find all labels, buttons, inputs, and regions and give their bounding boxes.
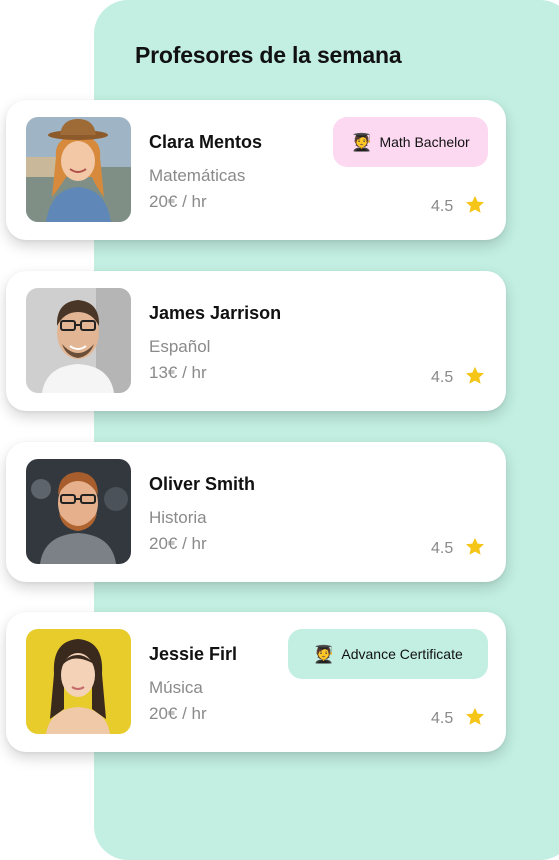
rating-value: 4.5 [431,198,454,215]
badge-label: Math Bachelor [379,134,470,150]
rating-value: 4.5 [431,540,454,557]
badge-label: Advance Certificate [341,646,463,662]
qualification-badge: 🧑‍🎓 Math Bachelor [333,117,488,167]
avatar [26,629,131,734]
teacher-name: Jessie Firl [149,644,238,664]
teacher-subject: Español [149,337,211,356]
qualification-badge: 🧑‍🎓 Advance Certificate [288,629,488,679]
teacher-subject: Matemáticas [149,166,246,185]
teacher-name: Oliver Smith [149,474,256,494]
teacher-price: 20€ / hr [149,192,207,211]
rating-value: 4.5 [431,710,454,727]
graduate-icon: 🧑‍🎓 [351,132,373,152]
teacher-price: 20€ / hr [149,704,207,723]
teacher-card[interactable]: James Jarrison Español 13€ / hr 4.5 [6,271,506,411]
star-icon [466,195,484,213]
avatar [26,117,131,222]
star-icon [466,537,484,555]
teacher-price: 13€ / hr [149,363,207,382]
star-icon [466,707,484,725]
teacher-card[interactable]: Oliver Smith Historia 20€ / hr 4.5 [6,442,506,582]
teacher-subject: Música [149,678,203,697]
teacher-card[interactable]: Jessie Firl Música 20€ / hr 🧑‍🎓 Advance … [6,612,506,752]
teacher-price: 20€ / hr [149,534,207,553]
teacher-card[interactable]: Clara Mentos Matemáticas 20€ / hr 🧑‍🎓 Ma… [6,100,506,240]
teacher-name: James Jarrison [149,303,282,323]
page-title: Profesores de la semana [135,42,402,68]
rating-value: 4.5 [431,369,454,386]
teacher-name: Clara Mentos [149,132,263,152]
avatar [26,459,131,564]
star-icon [466,366,484,384]
avatar [26,288,131,393]
teacher-subject: Historia [149,508,207,527]
graduate-icon: 🧑‍🎓 [313,644,335,664]
